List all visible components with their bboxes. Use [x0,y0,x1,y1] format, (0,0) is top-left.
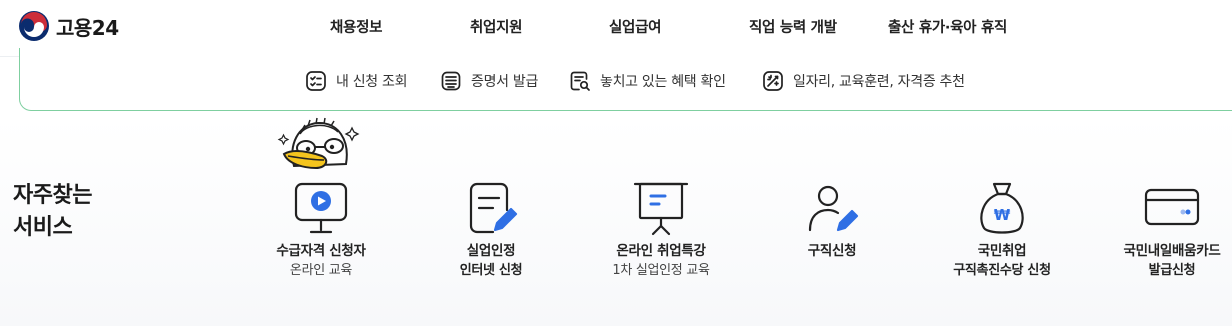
recommend-icon [763,71,783,91]
service-label-line2: 온라인 교육 [289,263,353,278]
nav-item-vocational-training[interactable]: 직업 능력 개발 [749,0,837,52]
quick-link-missed-benefits[interactable]: 놓치고 있는 혜택 확인 [569,69,726,93]
document-pen-icon [469,182,518,234]
section-title-line1: 자주찾는 [13,183,92,208]
service-online-lecture[interactable]: 온라인 취업특강 1차 실업인정 교육 [576,178,746,280]
svg-text:₩: ₩ [994,206,1011,224]
section-title-line2: 서비스 [13,215,73,240]
service-label-line1: 실업인정 [466,243,516,259]
service-job-application[interactable]: 구직신청 [747,178,917,261]
quick-link-certificate[interactable]: 증명서 발급 [440,69,538,93]
section-title: 자주찾는 서비스 [13,180,92,244]
card-icon [1144,188,1200,226]
document-icon [441,71,461,91]
nav-item-parental-leave[interactable]: 출산 휴가·육아 휴직 [888,0,1007,52]
nav-item-unemployment-benefits[interactable]: 실업급여 [609,0,661,52]
service-label-line2: 구직촉진수당 신청 [953,263,1051,278]
service-label-line1: 구직신청 [807,243,857,259]
service-national-employment[interactable]: ₩ 국민취업 구직촉진수당 신청 [917,178,1087,280]
monitor-play-icon [294,182,348,234]
service-label-line1: 온라인 취업특강 [616,243,706,259]
quick-link-label: 증명서 발급 [471,74,539,90]
service-label-line2: 인터넷 신청 [459,263,523,278]
quick-link-my-applications[interactable]: 내 신청 조회 [305,69,408,93]
presentation-icon [633,182,689,236]
logo-text: 고용24 [56,15,119,40]
service-online-education[interactable]: 수급자격 신청자 온라인 교육 [236,178,406,280]
quick-link-label: 내 신청 조회 [336,74,408,90]
service-label-line2: 발급신청 [1148,263,1196,278]
quick-link-label: 놓치고 있는 혜택 확인 [600,74,726,90]
document-search-icon [570,71,590,91]
nav-item-employment-support[interactable]: 취업지원 [470,0,522,52]
service-learning-card[interactable]: 국민내일배움카드 발급신청 [1087,178,1232,280]
checklist-icon [306,71,326,91]
quick-link-recommendations[interactable]: 일자리, 교육훈련, 자격증 추천 [762,69,965,93]
service-unemployment-recognition[interactable]: 실업인정 인터넷 신청 [406,178,576,280]
service-label-line1: 수급자격 신청자 [276,243,366,259]
nav-item-jobs[interactable]: 채용정보 [330,0,382,52]
logo[interactable]: 고용24 [18,10,119,42]
person-pen-icon [808,185,859,232]
service-label-line1: 국민취업 [977,243,1027,259]
taegeuk-logo-icon [19,11,49,41]
mascot-character [277,117,360,170]
service-label-line2: 1차 실업인정 교육 [612,263,710,278]
quick-link-label: 일자리, 교육훈련, 자격증 추천 [793,74,965,90]
service-label-line1: 국민내일배움카드 [1123,243,1221,259]
money-bag-icon: ₩ [980,182,1024,234]
